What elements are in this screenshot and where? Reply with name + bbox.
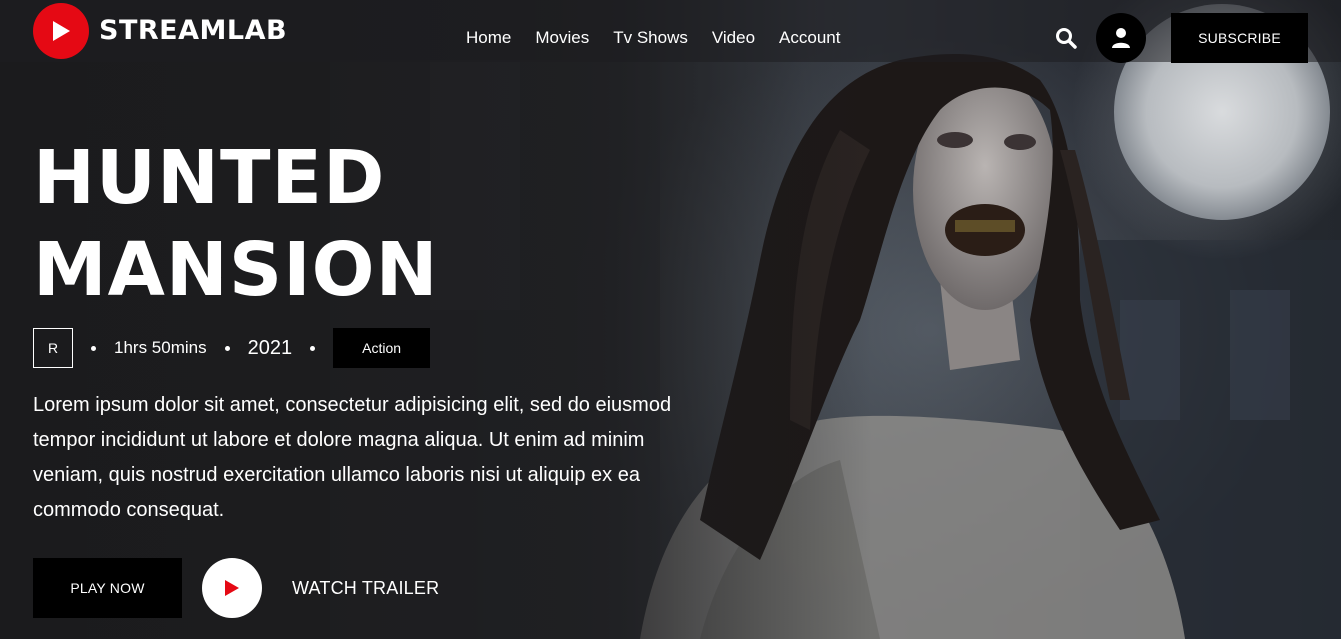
brand-name: STREAMLAB <box>99 15 288 46</box>
movie-year: 2021 <box>247 336 293 359</box>
play-now-button[interactable]: PLAY NOW <box>33 558 182 618</box>
separator-dot <box>310 345 316 351</box>
main-nav: Home Movies Tv Shows Video Account <box>466 28 840 48</box>
play-icon <box>225 580 239 596</box>
movie-title: HUNTED MANSION <box>33 132 553 316</box>
nav-link-account[interactable]: Account <box>779 28 840 48</box>
play-icon <box>33 3 89 59</box>
watch-trailer-link[interactable]: WATCH TRAILER <box>292 578 439 599</box>
hero-section: STREAMLAB Home Movies Tv Shows Video Acc… <box>0 0 1341 639</box>
movie-meta: R 1hrs 50mins 2021 Action <box>33 328 431 368</box>
nav-link-movies[interactable]: Movies <box>535 28 589 48</box>
movie-duration: 1hrs 50mins <box>114 338 207 357</box>
movie-title-line-2: MANSION <box>33 227 439 313</box>
rating-badge: R <box>33 328 73 368</box>
movie-description: Lorem ipsum dolor sit amet, consectetur … <box>33 394 672 521</box>
separator-dot <box>224 345 230 351</box>
account-button[interactable] <box>1096 13 1146 63</box>
hero-actions: PLAY NOW WATCH TRAILER <box>33 558 439 618</box>
watch-trailer-play-button[interactable] <box>202 558 262 618</box>
nav-link-video[interactable]: Video <box>712 28 755 48</box>
hero-background-image <box>0 0 1341 639</box>
genre-tag[interactable]: Action <box>333 328 431 368</box>
separator-dot <box>91 345 96 351</box>
movie-title-line-1: HUNTED <box>33 135 386 221</box>
subscribe-button[interactable]: SUBSCRIBE <box>1171 13 1308 63</box>
brand-logo[interactable]: STREAMLAB <box>33 3 288 62</box>
nav-link-tv-shows[interactable]: Tv Shows <box>613 28 688 48</box>
nav-link-home[interactable]: Home <box>466 28 511 48</box>
user-icon <box>1112 28 1130 48</box>
search-icon[interactable] <box>1055 27 1079 51</box>
top-navbar: STREAMLAB Home Movies Tv Shows Video Acc… <box>0 0 1341 63</box>
